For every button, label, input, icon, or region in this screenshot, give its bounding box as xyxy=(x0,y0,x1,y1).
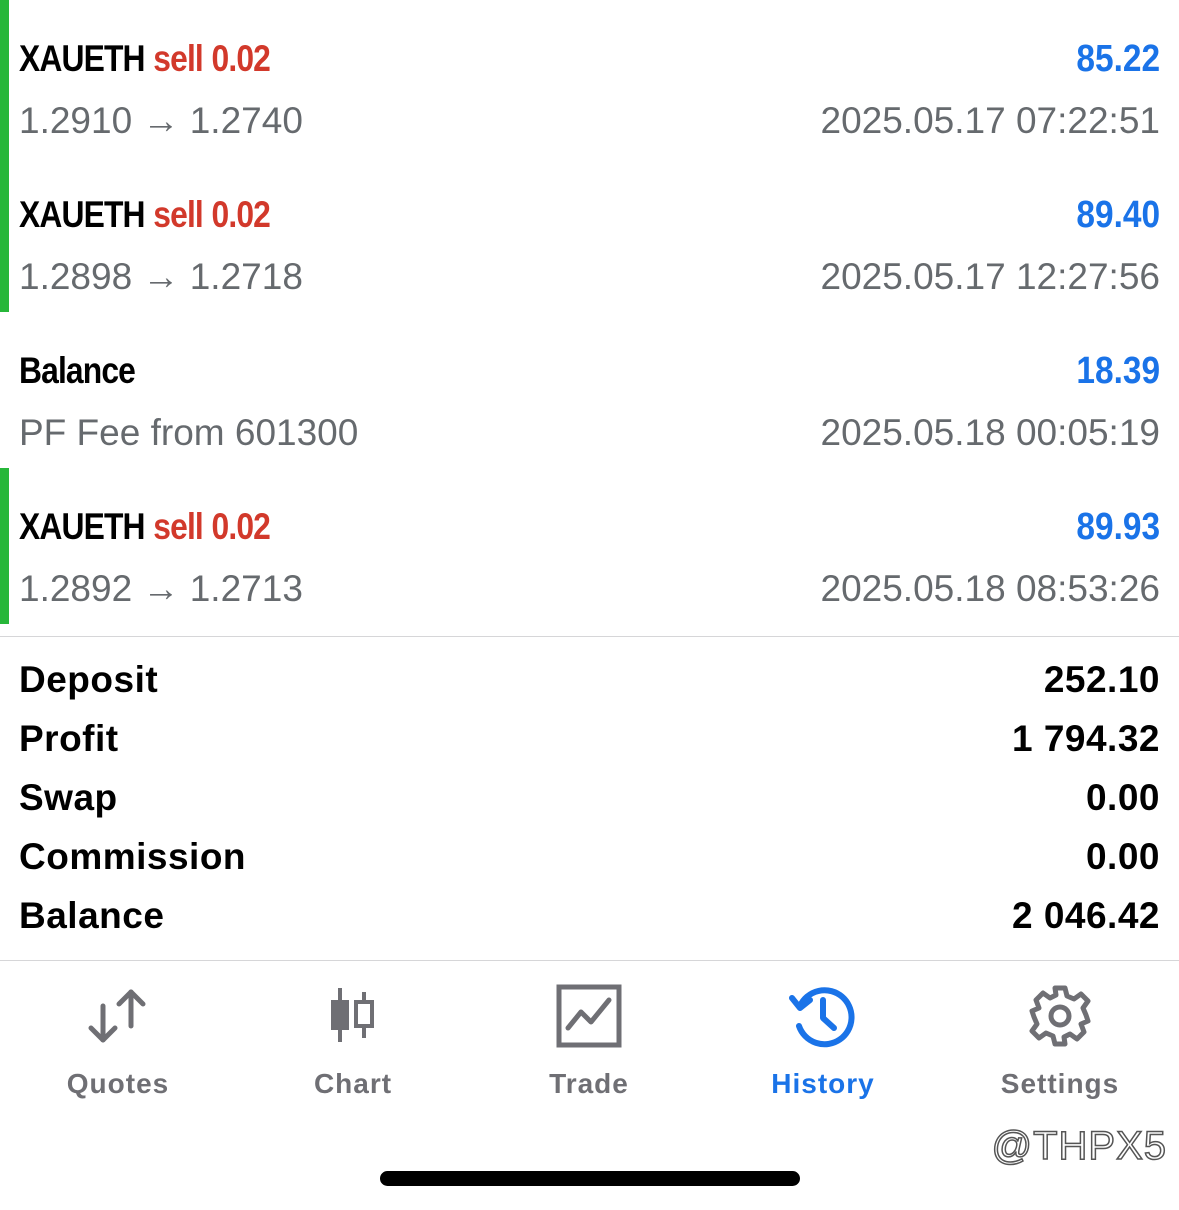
watermark: @THPX5 xyxy=(991,1123,1167,1169)
summary-balance: Balance 2 046.42 xyxy=(19,886,1160,945)
deal-time: 2025.05.17 07:22:51 xyxy=(820,100,1161,141)
summary-divider xyxy=(0,636,1179,637)
tab-settings[interactable]: Settings xyxy=(970,962,1150,1112)
tabbar-divider xyxy=(0,960,1179,961)
summary-label: Commission xyxy=(19,835,247,877)
deal-side: sell xyxy=(153,38,203,79)
tab-quotes[interactable]: Quotes xyxy=(28,962,208,1112)
history-clock-icon xyxy=(789,987,855,1048)
home-indicator[interactable] xyxy=(380,1171,800,1186)
balance-amount: 18.39 xyxy=(1076,349,1160,392)
deal-volume: 0.02 xyxy=(211,506,271,547)
summary-value: 2 046.42 xyxy=(1011,894,1160,936)
deal-time: 2025.05.18 08:53:26 xyxy=(820,568,1161,609)
balance-title: Balance xyxy=(19,350,136,391)
balance-comment: PF Fee from 601300 xyxy=(19,412,359,453)
candlestick-chart-icon xyxy=(331,988,374,1042)
deal-prices: 1.2910 → 1.2740 xyxy=(19,100,303,141)
summary-label: Deposit xyxy=(19,658,159,700)
deal-prices: 1.2898 → 1.2718 xyxy=(19,256,303,297)
summary-deposit: Deposit 252.10 xyxy=(19,650,1160,709)
summary-value: 1 794.32 xyxy=(1011,717,1160,759)
deal-title: XAUETH sell 0.02 xyxy=(19,506,271,548)
summary-commission: Commission 0.00 xyxy=(19,827,1160,886)
deal-profit: 85.22 xyxy=(1076,37,1160,80)
summary-value: 0.00 xyxy=(1085,776,1160,818)
tab-trade[interactable]: Trade xyxy=(499,962,679,1112)
deal-time: 2025.05.17 12:27:56 xyxy=(820,256,1161,297)
tab-label: Settings xyxy=(1000,1068,1120,1099)
deal-title: XAUETH sell 0.02 xyxy=(19,194,271,236)
deal-row[interactable]: XAUETH sell 0.02 89.40 1.2898 → 1.2718 202… xyxy=(0,156,1179,312)
deal-status-bar xyxy=(0,0,9,156)
tab-history[interactable]: History xyxy=(733,962,913,1112)
deal-symbol: XAUETH xyxy=(19,506,146,547)
tab-bar: Quotes Chart Trade History Settings xyxy=(0,962,1179,1122)
deal-side: sell xyxy=(153,194,203,235)
deal-prices: 1.2892 → 1.2713 xyxy=(19,568,303,609)
summary-panel: Deposit 252.10 Profit 1 794.32 Swap 0.00… xyxy=(19,650,1160,945)
summary-label: Profit xyxy=(19,717,119,759)
deal-status-bar xyxy=(0,156,9,312)
deal-title: XAUETH sell 0.02 xyxy=(19,38,271,80)
deal-symbol: XAUETH xyxy=(19,194,146,235)
history-list: XAUETH sell 0.02 85.22 1.2910 → 1.2740 202… xyxy=(0,0,1179,624)
quotes-arrows-icon xyxy=(88,989,146,1043)
tab-chart[interactable]: Chart xyxy=(263,962,443,1112)
deal-row[interactable]: XAUETH sell 0.02 85.22 1.2910 → 1.2740 202… xyxy=(0,0,1179,156)
deal-status-bar xyxy=(0,468,9,624)
deal-profit: 89.40 xyxy=(1076,193,1160,236)
tab-label: History xyxy=(771,1068,875,1099)
summary-profit: Profit 1 794.32 xyxy=(19,709,1160,768)
tab-label: Quotes xyxy=(66,1068,170,1099)
tab-label: Chart xyxy=(313,1068,393,1099)
deal-status-bar xyxy=(0,312,9,468)
balance-row[interactable]: Balance 18.39 PF Fee from 601300 2025.05… xyxy=(0,312,1179,468)
balance-time: 2025.05.18 00:05:19 xyxy=(820,412,1161,453)
deal-side: sell xyxy=(153,506,203,547)
gear-icon xyxy=(1029,985,1091,1047)
summary-value: 252.10 xyxy=(1043,658,1160,700)
summary-swap: Swap 0.00 xyxy=(19,768,1160,827)
summary-label: Balance xyxy=(19,894,165,936)
deal-volume: 0.02 xyxy=(211,194,271,235)
deal-profit: 89.93 xyxy=(1076,505,1160,548)
tab-label: Trade xyxy=(549,1068,629,1099)
summary-label: Swap xyxy=(19,776,118,818)
summary-value: 0.00 xyxy=(1085,835,1160,877)
deal-symbol: XAUETH xyxy=(19,38,146,79)
deal-row[interactable]: XAUETH sell 0.02 89.93 1.2892 → 1.2713 202… xyxy=(0,468,1179,624)
deal-volume: 0.02 xyxy=(211,38,271,79)
trade-chart-icon xyxy=(556,984,622,1048)
